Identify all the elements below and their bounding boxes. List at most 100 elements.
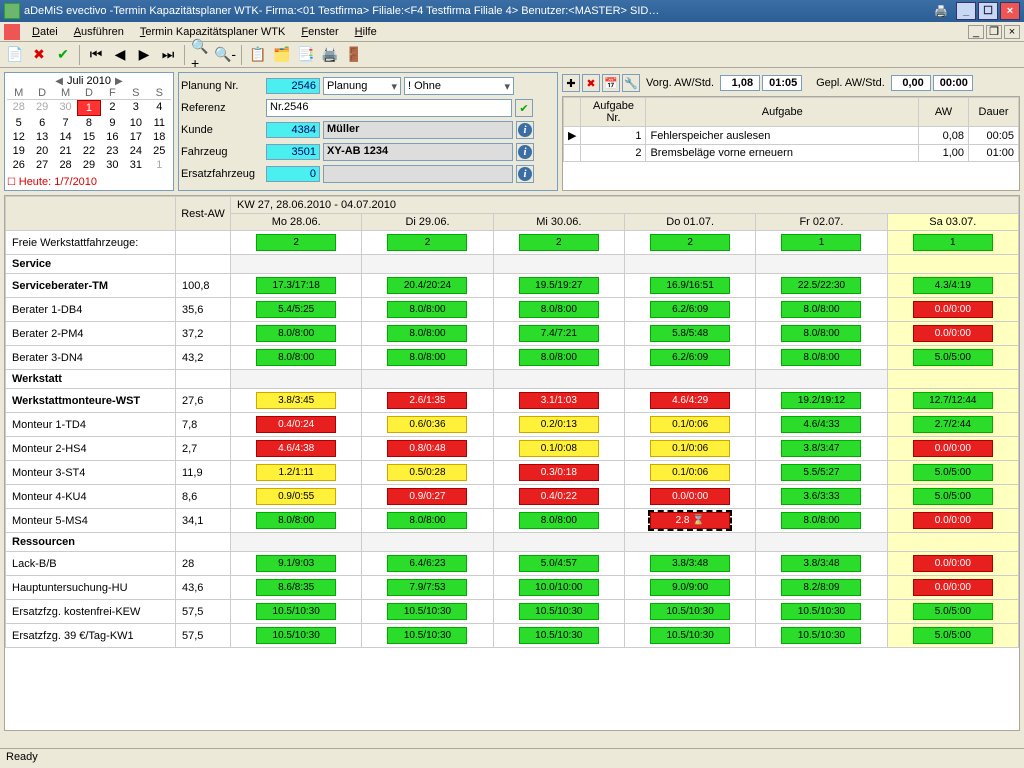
plan-cell[interactable]: 7.4/7:21 [493,322,624,346]
plan-cell[interactable]: 0.5/0:28 [362,461,493,485]
plan-cell[interactable]: 0.0/0:00 [624,485,755,509]
cal-day[interactable]: 7 [54,116,77,130]
calendar[interactable]: ◀ Juli 2010 ▶ MDMDFSS2829301234567891011… [4,72,174,191]
menu-hilfe[interactable]: Hilfe [347,24,385,40]
plan-cell[interactable]: 22.5/22:30 [756,274,887,298]
plan-cell[interactable]: 1.2/1:11 [231,461,362,485]
plan-cell[interactable]: 8.0/8:00 [493,298,624,322]
plan-cell[interactable]: 10.0/10:00 [493,576,624,600]
plan-cell[interactable]: 1 [887,231,1018,255]
tb-ok[interactable]: ✔ [52,44,74,66]
close-button[interactable]: × [1000,2,1020,20]
cal-day[interactable]: 27 [30,158,53,172]
tb-tool1[interactable]: 📋 [247,44,269,66]
cal-day[interactable]: 5 [7,116,30,130]
plan-cell[interactable]: 0.1/0:06 [624,437,755,461]
plan-cell[interactable]: 0.1/0:06 [624,413,755,437]
cal-day[interactable]: 13 [30,130,53,144]
menu-fenster[interactable]: Fenster [293,24,346,40]
plan-cell[interactable]: 2 [624,231,755,255]
plan-cell[interactable]: 10.5/10:30 [362,624,493,648]
plan-cell[interactable]: 2 [231,231,362,255]
plan-cell[interactable]: 0.3/0:18 [493,461,624,485]
plan-cell[interactable]: 2.7/2:44 [887,413,1018,437]
plan-cell[interactable]: 0.0/0:00 [887,298,1018,322]
plan-cell[interactable]: 19.2/19:12 [756,389,887,413]
tb-last[interactable]: ⏭ [157,44,179,66]
tb-print[interactable]: 🖨️ [319,44,341,66]
ok-button[interactable]: ✔ [515,99,533,117]
plan-cell[interactable]: 8.0/8:00 [756,509,887,533]
mdi-close[interactable]: × [1004,25,1020,39]
plan-cell[interactable]: 1 [756,231,887,255]
cal-day[interactable]: 2 [101,100,124,116]
plan-cell[interactable]: 8.0/8:00 [362,322,493,346]
cal-day[interactable]: 18 [148,130,171,144]
plan-cell[interactable]: 16.9/16:51 [624,274,755,298]
tb-next[interactable]: ▶ [133,44,155,66]
plan-cell[interactable]: 8.0/8:00 [362,298,493,322]
kunde-nr[interactable]: 4384 [266,122,320,138]
plan-cell[interactable]: 8.0/8:00 [231,509,362,533]
menu-ausfuehren[interactable]: Ausführen [66,24,132,40]
cal-day[interactable]: 14 [54,130,77,144]
plan-cell[interactable]: 2.6/1:35 [362,389,493,413]
plan-cell[interactable]: 3.8/3:48 [756,552,887,576]
plan-cell[interactable]: 8.0/8:00 [493,509,624,533]
task-row[interactable]: 2Bremsbeläge vorne erneuern1,0001:00 [564,145,1019,162]
plan-cell[interactable]: 5.0/5:00 [887,461,1018,485]
plan-cell[interactable]: 0.1/0:08 [493,437,624,461]
plan-cell[interactable]: 10.5/10:30 [493,600,624,624]
plan-cell[interactable]: 10.5/10:30 [493,624,624,648]
plan-cell[interactable]: 9.1/9:03 [231,552,362,576]
plan-cell[interactable]: 8.0/8:00 [493,346,624,370]
plan-cell[interactable]: 6.4/6:23 [362,552,493,576]
plan-cell[interactable]: 5.0/5:00 [887,600,1018,624]
cal-day[interactable]: 26 [7,158,30,172]
cal-day[interactable]: 1 [77,100,100,116]
plan-cell[interactable]: 4.6/4:33 [756,413,887,437]
plan-cell[interactable]: 10.5/10:30 [362,600,493,624]
cal-day[interactable]: 30 [101,158,124,172]
plan-cell[interactable]: 0.9/0:27 [362,485,493,509]
cal-day[interactable]: 31 [124,158,147,172]
plan-cell[interactable]: 8.0/8:00 [756,298,887,322]
maximize-button[interactable]: ☐ [978,2,998,20]
mdi-minimize[interactable]: _ [968,25,984,39]
cal-day[interactable]: 11 [148,116,171,130]
cal-day[interactable]: 21 [54,144,77,158]
plan-cell[interactable]: 8.0/8:00 [362,346,493,370]
cal-day[interactable]: 15 [77,130,100,144]
plan-cell[interactable]: 0.1/0:06 [624,461,755,485]
plan-cell[interactable]: 17.3/17:18 [231,274,362,298]
referenz-input[interactable]: Nr.2546 [266,99,512,117]
cal-day[interactable]: 8 [77,116,100,130]
plan-cell[interactable]: 6.2/6:09 [624,346,755,370]
cal-prev-icon[interactable]: ◀ [55,76,63,87]
plan-cell[interactable]: 0.6/0:36 [362,413,493,437]
tb-exit[interactable]: 🚪 [343,44,365,66]
tb-delete[interactable]: ✖ [28,44,50,66]
cal-day[interactable]: 22 [77,144,100,158]
menu-wtk[interactable]: Termin Kapazitätsplaner WTK [132,24,294,40]
kunde-input[interactable]: Müller [323,121,513,139]
cal-day[interactable]: 23 [101,144,124,158]
tb-new[interactable]: 📄 [4,44,26,66]
tb-first[interactable]: ⏮ [85,44,107,66]
cal-day[interactable]: 29 [77,158,100,172]
ohne-drop[interactable]: ! Ohne [404,77,514,95]
plan-cell[interactable]: 8.0/8:00 [231,346,362,370]
plan-cell[interactable]: 0.8/0:48 [362,437,493,461]
plan-cell[interactable]: 5.4/5:25 [231,298,362,322]
plan-cell[interactable]: 20.4/20:24 [362,274,493,298]
plan-cell[interactable]: 4.3/4:19 [887,274,1018,298]
ersatz-info[interactable]: i [516,165,534,183]
plan-cell[interactable]: 5.5/5:27 [756,461,887,485]
plan-cell[interactable]: 5.0/5:00 [887,346,1018,370]
plan-cell[interactable]: 6.2/6:09 [624,298,755,322]
cal-day[interactable]: 25 [148,144,171,158]
plan-cell[interactable]: 8.0/8:00 [362,509,493,533]
cal-next-icon[interactable]: ▶ [115,76,123,87]
plan-cell[interactable]: 7.9/7:53 [362,576,493,600]
plan-cell[interactable]: 3.6/3:33 [756,485,887,509]
